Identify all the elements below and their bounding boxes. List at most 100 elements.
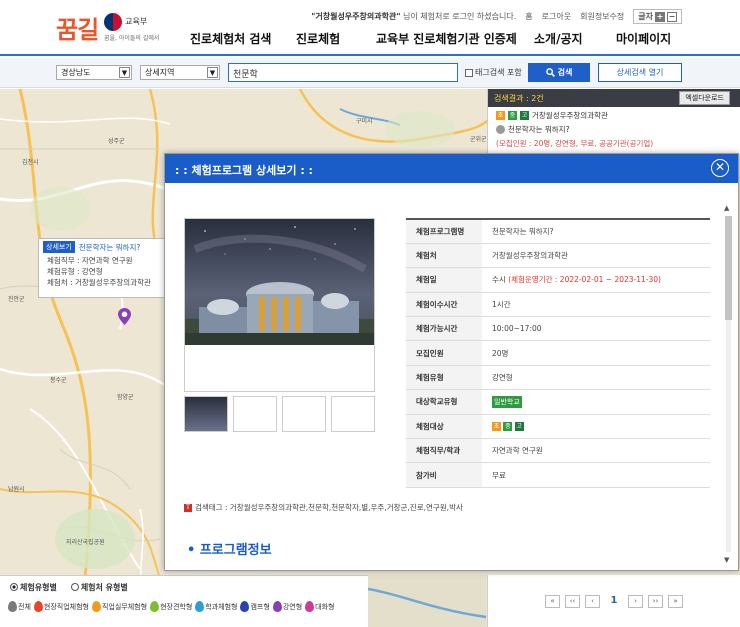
- scroll-thumb[interactable]: [725, 216, 732, 320]
- marker-icon: [305, 601, 315, 612]
- next-block-button[interactable]: ››: [648, 594, 663, 608]
- modal-scrollbar[interactable]: ▲ ▼: [724, 204, 733, 564]
- last-page-button[interactable]: »: [668, 594, 683, 608]
- radio-by-experience-type[interactable]: 체험유형별: [10, 582, 57, 593]
- legend-label: 학과체험형: [205, 602, 238, 611]
- nav-mypage[interactable]: 마이페이지: [616, 30, 686, 47]
- nav-notice[interactable]: 소개/공지: [534, 30, 616, 47]
- edit-profile-link[interactable]: 회원정보수정: [580, 11, 624, 22]
- place-label: 지리산국립공원: [66, 539, 105, 546]
- prev-block-button[interactable]: ‹‹: [565, 594, 580, 608]
- table-row: 체험일 수시 (체험운영기간 : 2022-02-01 ~ 2023-11-30): [406, 267, 710, 293]
- table-row: 체험가능시간 10:00~17:00: [406, 316, 710, 342]
- map-pin-icon[interactable]: [118, 308, 131, 325]
- thumbnail-2[interactable]: [233, 396, 277, 432]
- legend-item-department[interactable]: 학과체험형: [195, 601, 237, 612]
- nav-search-place[interactable]: 진로체험처 검색: [190, 30, 296, 47]
- keyword-input[interactable]: 천문학: [228, 63, 458, 82]
- table-row: 체험유형 강연형: [406, 365, 710, 391]
- font-minus-button[interactable]: −: [667, 11, 677, 22]
- program-info-heading: • 프로그램정보: [187, 543, 272, 558]
- marker-icon: [33, 601, 43, 612]
- map-info-title[interactable]: 천문학자는 뭐하지?: [79, 242, 141, 253]
- thumbnail-3[interactable]: [282, 396, 326, 432]
- welcome-name: "거창월성우주창의과학관": [311, 12, 401, 21]
- region-value: 상세지역: [145, 68, 175, 77]
- observatory-illustration: [185, 226, 374, 345]
- nav-experience[interactable]: 진로체험: [296, 30, 376, 47]
- radio-by-place-type[interactable]: 체험처 유형별: [70, 582, 128, 593]
- row-key: 체험처: [406, 243, 482, 269]
- badge-high: 고: [514, 422, 524, 432]
- row-key: 참가비: [406, 462, 482, 488]
- province-select[interactable]: 경상남도 ▼: [56, 65, 132, 80]
- current-page[interactable]: 1: [605, 595, 623, 608]
- legend-item-dialogue[interactable]: 대화형: [305, 601, 334, 612]
- legend-item-lecture[interactable]: 강연형: [272, 601, 302, 612]
- search-icon: [545, 68, 555, 77]
- map-legend: 체험유형별 체험처 유형별 전체 현장직업체험형 직업실무체험형 현장견학형 학…: [0, 575, 368, 627]
- thumbnail-1[interactable]: [184, 396, 228, 432]
- close-icon[interactable]: ✕: [711, 159, 729, 177]
- province-value: 경상남도: [61, 68, 91, 77]
- row-value: 20명: [482, 340, 710, 366]
- result-program-name: 천문학자는 뭐하지?: [508, 125, 570, 134]
- logo-slogan: 꿈을, 아이들의 길에서: [104, 35, 160, 42]
- result-count: 검색결과 : 2건: [494, 94, 544, 103]
- legend-item-camp[interactable]: 캠프형: [240, 601, 270, 612]
- table-row: 모집인원 20명: [406, 340, 710, 366]
- row-key: 체험유형: [406, 365, 482, 391]
- header: 꿈길 교육부 꿈을, 아이들의 길에서 "거창월성우주창의과학관" 님이 체험처…: [0, 0, 740, 56]
- badge-elementary: 초: [496, 111, 505, 120]
- legend-item-field-tour[interactable]: 현장견학형: [150, 601, 192, 612]
- search-button[interactable]: 검색: [528, 63, 590, 82]
- detail-view-tag[interactable]: 상세보기: [43, 241, 75, 253]
- row-value: 강연형: [482, 365, 710, 391]
- legend-label: 현장견학형: [160, 602, 193, 611]
- region-select[interactable]: 상세지역 ▼: [140, 65, 220, 80]
- radio-label: 체험유형별: [20, 583, 57, 592]
- legend-items: 전체 현장직업체험형 직업실무체험형 현장견학형 학과체험형 캠프형 강연형 대…: [0, 599, 368, 614]
- result-item-program[interactable]: 천문학자는 뭐하지?: [488, 121, 740, 135]
- tag-icon: T: [184, 503, 192, 512]
- scroll-up-icon[interactable]: ▲: [724, 204, 729, 212]
- legend-item-all[interactable]: 전체: [8, 601, 31, 612]
- government-emblem-icon: [104, 12, 123, 31]
- table-row: 체험대상 초 중 고: [406, 414, 710, 440]
- logout-link[interactable]: 로그아웃: [542, 11, 571, 22]
- main-navigation: 진로체험처 검색 진로체험 교육부 진로체험기관 인증제 소개/공지 마이페이지: [190, 30, 686, 47]
- legend-mode-radios: 체험유형별 체험처 유형별: [0, 576, 368, 599]
- legend-item-job-practice[interactable]: 직업실무체험형: [91, 601, 147, 612]
- nav-certification[interactable]: 교육부 진로체험기관 인증제: [376, 30, 534, 47]
- marker-icon: [91, 601, 101, 612]
- chevron-down-icon: ▼: [119, 67, 130, 78]
- program-type-icon: [496, 125, 505, 134]
- scroll-down-icon[interactable]: ▼: [724, 556, 729, 564]
- program-photo: [184, 218, 375, 392]
- checkbox-icon: [465, 68, 473, 77]
- marker-icon: [8, 601, 17, 612]
- first-page-button[interactable]: «: [545, 594, 560, 608]
- home-link[interactable]: 홈: [525, 11, 532, 22]
- table-row: 대상학교유형 일반학교: [406, 389, 710, 415]
- result-item-org[interactable]: 초 중 고 거창월성우주창의과학관: [488, 107, 740, 121]
- row-key: 체험가능시간: [406, 316, 482, 342]
- modal-header: : : 체험프로그램 상세보기 : : ✕: [165, 154, 738, 183]
- prev-page-button[interactable]: ‹: [585, 594, 600, 608]
- row-value: 일반학교: [482, 389, 710, 415]
- observatory-image: [185, 219, 374, 345]
- row-key: 체험일: [406, 267, 482, 293]
- tag-search-checkbox[interactable]: 태그검색 포함: [465, 67, 522, 78]
- marker-icon: [150, 601, 160, 612]
- legend-label: 대화형: [315, 602, 335, 611]
- detail-search-button[interactable]: 상세검색 열기: [598, 63, 682, 82]
- font-plus-button[interactable]: +: [655, 11, 665, 22]
- thumbnail-4[interactable]: [331, 396, 375, 432]
- next-page-button[interactable]: ›: [628, 594, 643, 608]
- school-type-badge: 일반학교: [492, 395, 522, 408]
- row-value: 초 중 고: [482, 414, 710, 440]
- row-key: 체험이수시간: [406, 292, 482, 318]
- radio-unselected-icon: [70, 583, 79, 591]
- excel-download-button[interactable]: 엑셀다운로드: [679, 91, 730, 105]
- legend-item-field-job[interactable]: 현장직업체험형: [33, 601, 89, 612]
